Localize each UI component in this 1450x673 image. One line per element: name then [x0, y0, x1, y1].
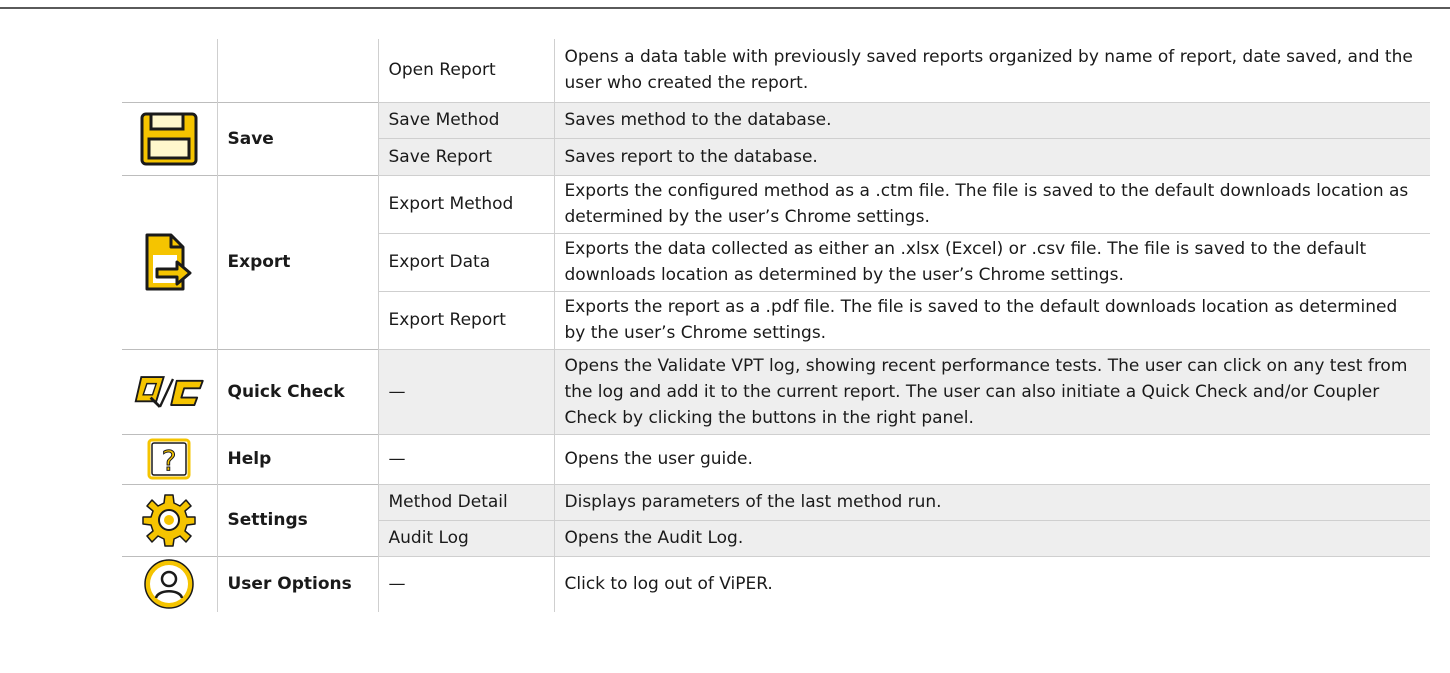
description-cell: Opens a data table with previously saved… — [554, 39, 1430, 102]
icon-cell — [122, 348, 218, 434]
description-cell: Displays parameters of the last method r… — [554, 483, 1430, 520]
export-file-icon — [145, 233, 192, 291]
icon-cell — [122, 483, 218, 556]
description-cell: Opens the Audit Log. — [554, 519, 1430, 556]
toolbar-name-cell — [217, 39, 379, 102]
function-cell: Export Data — [378, 232, 555, 291]
table-row: Export Export Method Exports the configu… — [122, 174, 1430, 349]
page-top-rule — [0, 7, 1450, 9]
table-row: Open Report Opens a data table with prev… — [122, 39, 1430, 102]
function-cell: Save Report — [378, 137, 555, 175]
svg-text:?: ? — [162, 444, 177, 477]
icon-cell: ? — [122, 433, 218, 484]
function-cell: — — [378, 555, 555, 612]
description-cell: Click to log out of ViPER. — [554, 555, 1430, 612]
description-cell: Exports the report as a .pdf file. The f… — [554, 290, 1430, 349]
description-cell: Exports the configured method as a .ctm … — [554, 174, 1430, 233]
table-row: Quick Check — Opens the Validate VPT log… — [122, 348, 1430, 434]
table-row: ? Help — Opens the user guide. — [122, 433, 1430, 484]
function-cell: Save Method — [378, 101, 555, 138]
quick-check-icon — [134, 375, 204, 408]
icon-cell — [122, 174, 218, 349]
description-cell: Saves report to the database. — [554, 137, 1430, 175]
toolbar-name-cell: Export — [217, 174, 379, 349]
gear-icon — [142, 494, 196, 547]
toolbar-name-cell: Settings — [217, 483, 379, 556]
function-cell: Export Method — [378, 174, 555, 233]
description-cell: Opens the user guide. — [554, 433, 1430, 484]
toolbar-reference-table: Open Report Opens a data table with prev… — [122, 39, 1430, 612]
description-cell: Saves method to the database. — [554, 101, 1430, 138]
function-cell: — — [378, 433, 555, 484]
user-avatar-icon — [144, 559, 194, 609]
toolbar-name-cell: Save — [217, 101, 379, 175]
table-row: User Options — Click to log out of ViPER… — [122, 555, 1430, 612]
toolbar-name-cell: Quick Check — [217, 348, 379, 434]
toolbar-name-cell: Help — [217, 433, 379, 484]
table-row: Save Save Method Saves method to the dat… — [122, 101, 1430, 175]
description-cell: Opens the Validate VPT log, showing rece… — [554, 348, 1430, 434]
function-cell: — — [378, 348, 555, 434]
function-cell: Open Report — [378, 39, 555, 102]
function-cell: Audit Log — [378, 519, 555, 556]
help-question-icon: ? — [147, 438, 191, 480]
function-cell: Export Report — [378, 290, 555, 349]
table-row: Settings Method Detail Displays paramete… — [122, 483, 1430, 556]
icon-cell — [122, 555, 218, 612]
floppy-disk-icon — [140, 112, 198, 165]
icon-cell — [122, 101, 218, 175]
description-cell: Exports the data collected as either an … — [554, 232, 1430, 291]
toolbar-name-cell: User Options — [217, 555, 379, 612]
icon-cell — [122, 39, 218, 102]
function-cell: Method Detail — [378, 483, 555, 520]
